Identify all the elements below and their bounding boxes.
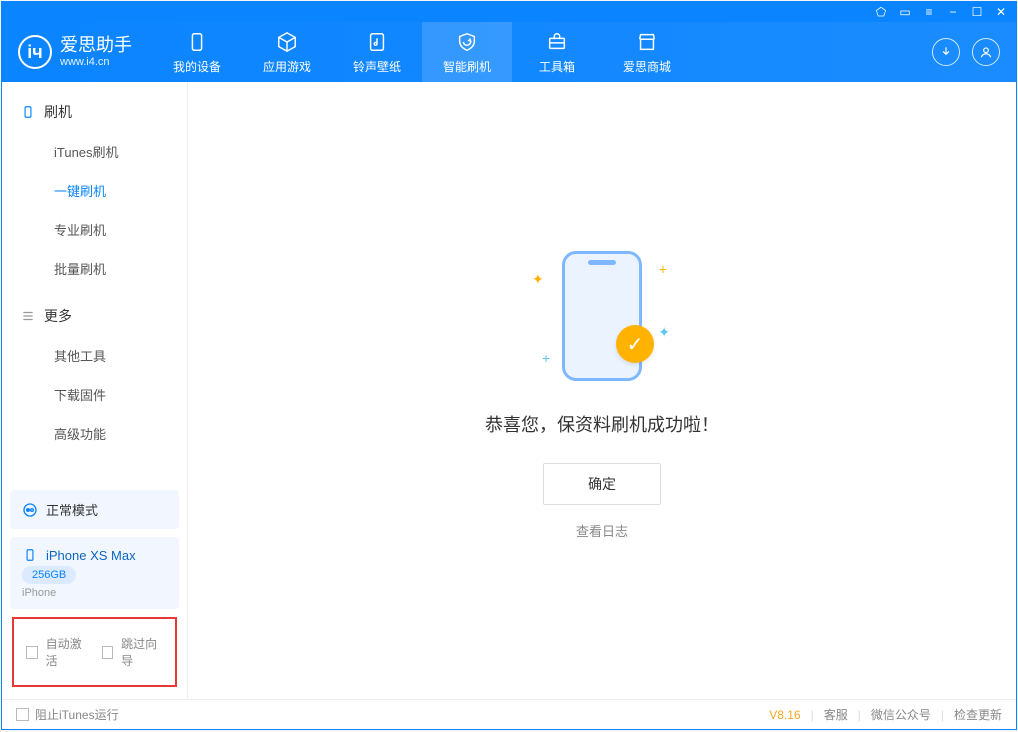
sparkle-icon: + [659, 261, 667, 277]
mode-label: 正常模式 [46, 500, 98, 519]
device-name: iPhone XS Max [46, 548, 136, 563]
sidebar: 刷机 iTunes刷机 一键刷机 专业刷机 批量刷机 更多 其他工具 下载固件 … [2, 82, 188, 699]
titlebar: ⬠ ▭ ≡ − ☐ ✕ [2, 2, 1016, 22]
check-badge-icon: ✓ [616, 325, 654, 363]
refresh-shield-icon [455, 30, 479, 54]
main-content: ✦ + + ✦ ✓ 恭喜您，保资料刷机成功啦！ 确定 查看日志 [188, 82, 1016, 699]
nav-label: 应用游戏 [263, 58, 311, 75]
statusbar: 阻止iTunes运行 V8.16 | 客服 | 微信公众号 | 检查更新 [2, 699, 1016, 729]
sidebar-section-more: 更多 其他工具 下载固件 高级功能 [2, 296, 187, 453]
nav-label: 铃声壁纸 [353, 58, 401, 75]
logo: iч 爱思助手 www.i4.cn [18, 35, 132, 69]
cycle-icon [22, 502, 38, 518]
toolbox-icon [545, 30, 569, 54]
section-title: 更多 [44, 306, 72, 326]
nav-ringtones[interactable]: 铃声壁纸 [332, 22, 422, 82]
sparkle-icon: ✦ [658, 324, 670, 341]
app-window: ⬠ ▭ ≡ − ☐ ✕ iч 爱思助手 www.i4.cn 我的设备 应用游戏 [1, 1, 1017, 730]
checkbox-skip-guide[interactable] [102, 646, 114, 659]
mode-card[interactable]: 正常模式 [10, 490, 179, 529]
sidebar-item-pro-flash[interactable]: 专业刷机 [2, 210, 187, 249]
titlebar-menu-icon[interactable]: ≡ [922, 5, 936, 19]
device-icon [185, 30, 209, 54]
sidebar-item-batch-flash[interactable]: 批量刷机 [2, 249, 187, 288]
device-icon [22, 547, 38, 563]
sparkle-icon: ✦ [532, 271, 544, 288]
sidebar-item-advanced[interactable]: 高级功能 [2, 414, 187, 453]
status-link-wechat[interactable]: 微信公众号 [871, 706, 931, 723]
body: 刷机 iTunes刷机 一键刷机 专业刷机 批量刷机 更多 其他工具 下载固件 … [2, 82, 1016, 699]
app-name: 爱思助手 [60, 36, 132, 56]
block-itunes-label: 阻止iTunes运行 [35, 706, 119, 723]
device-type: iPhone [22, 587, 56, 599]
nav-store[interactable]: 爱思商城 [602, 22, 692, 82]
titlebar-page-icon[interactable]: ▭ [898, 5, 912, 19]
top-nav: 我的设备 应用游戏 铃声壁纸 智能刷机 工具箱 爱思商城 [152, 22, 692, 82]
app-url: www.i4.cn [60, 56, 132, 68]
store-icon [635, 30, 659, 54]
highlight-box: 自动激活 跳过向导 [12, 617, 177, 687]
titlebar-lock-icon[interactable]: ⬠ [874, 5, 888, 19]
nav-apps-games[interactable]: 应用游戏 [242, 22, 332, 82]
phone-icon [20, 104, 36, 120]
status-link-update[interactable]: 检查更新 [954, 706, 1002, 723]
nav-toolbox[interactable]: 工具箱 [512, 22, 602, 82]
sparkle-icon: + [542, 350, 550, 366]
checkbox-block-itunes[interactable] [16, 708, 29, 721]
nav-label: 爱思商城 [623, 58, 671, 75]
version-label: V8.16 [769, 708, 800, 722]
logo-icon: iч [18, 35, 52, 69]
device-capacity: 256GB [22, 566, 76, 584]
skip-guide-label: 跳过向导 [121, 635, 163, 669]
nav-smart-flash[interactable]: 智能刷机 [422, 22, 512, 82]
sidebar-section-flash: 刷机 iTunes刷机 一键刷机 专业刷机 批量刷机 [2, 92, 187, 288]
success-text: 恭喜您，保资料刷机成功啦！ [485, 411, 719, 437]
nav-label: 我的设备 [173, 58, 221, 75]
music-icon [365, 30, 389, 54]
download-button[interactable] [932, 38, 960, 66]
device-card[interactable]: iPhone XS Max 256GB iPhone [10, 537, 179, 609]
section-title: 刷机 [44, 102, 72, 122]
cube-icon [275, 30, 299, 54]
header-actions [932, 38, 1000, 66]
status-link-support[interactable]: 客服 [824, 706, 848, 723]
view-log-link[interactable]: 查看日志 [576, 521, 628, 540]
sidebar-item-oneclick-flash[interactable]: 一键刷机 [2, 171, 187, 210]
nav-label: 智能刷机 [443, 58, 491, 75]
header: iч 爱思助手 www.i4.cn 我的设备 应用游戏 铃声壁纸 智能刷机 [2, 22, 1016, 82]
user-button[interactable] [972, 38, 1000, 66]
minimize-button[interactable]: − [946, 5, 960, 19]
sidebar-item-itunes-flash[interactable]: iTunes刷机 [2, 132, 187, 171]
maximize-button[interactable]: ☐ [970, 5, 984, 19]
list-icon [20, 308, 36, 324]
sidebar-footer: 正常模式 iPhone XS Max 256GB iPhone 自动激活 [2, 482, 187, 699]
sidebar-item-download-firmware[interactable]: 下载固件 [2, 375, 187, 414]
ok-button[interactable]: 确定 [543, 463, 661, 505]
close-button[interactable]: ✕ [994, 5, 1008, 19]
success-illustration: ✦ + + ✦ ✓ [512, 241, 692, 391]
checkbox-auto-activate[interactable] [26, 646, 38, 659]
nav-label: 工具箱 [539, 58, 575, 75]
sidebar-item-other-tools[interactable]: 其他工具 [2, 336, 187, 375]
auto-activate-label: 自动激活 [46, 635, 88, 669]
nav-my-device[interactable]: 我的设备 [152, 22, 242, 82]
